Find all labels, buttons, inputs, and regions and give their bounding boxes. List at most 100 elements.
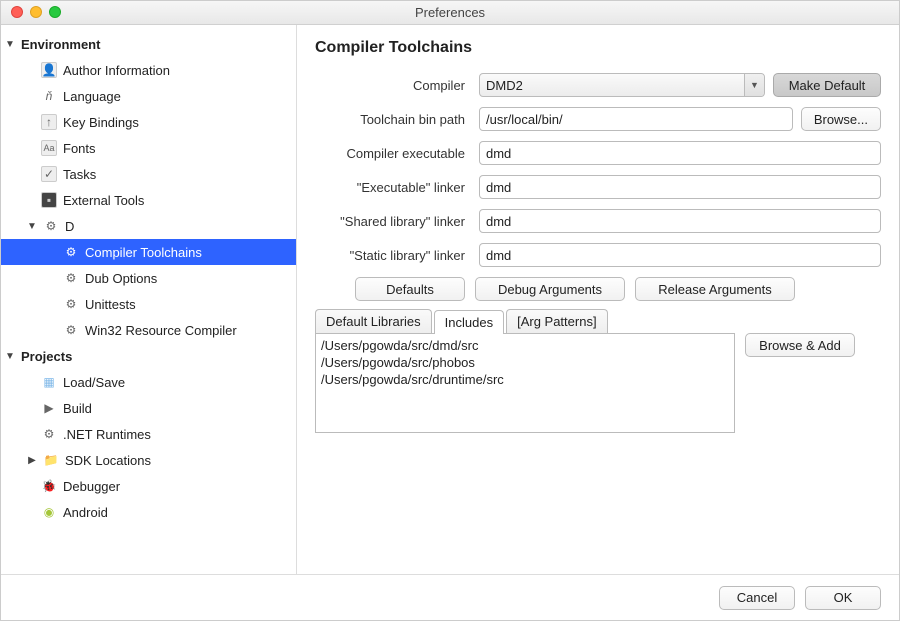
- preferences-sidebar: ▼ Environment 👤 Author Information ň Lan…: [1, 25, 297, 574]
- defaults-button[interactable]: Defaults: [355, 277, 465, 301]
- list-item[interactable]: /Users/pgowda/src/dmd/src: [321, 337, 729, 354]
- tab-includes[interactable]: Includes: [434, 310, 504, 334]
- panel-heading: Compiler Toolchains: [315, 39, 881, 57]
- input-value: /usr/local/bin/: [486, 112, 563, 127]
- chevron-down-icon: ▼: [27, 221, 37, 232]
- label-bin-path: Toolchain bin path: [315, 112, 471, 127]
- bin-path-input[interactable]: /usr/local/bin/: [479, 107, 793, 131]
- sidebar-section-projects[interactable]: ▼ Projects: [1, 343, 296, 369]
- chevron-down-icon: ▼: [744, 74, 764, 96]
- release-arguments-button[interactable]: Release Arguments: [635, 277, 795, 301]
- sidebar-item-external-tools[interactable]: ▪ External Tools: [1, 187, 296, 213]
- sidebar-item-language[interactable]: ň Language: [1, 83, 296, 109]
- disk-icon: ▦: [41, 374, 57, 390]
- ok-button[interactable]: OK: [805, 586, 881, 610]
- list-item[interactable]: /Users/pgowda/src/phobos: [321, 354, 729, 371]
- minimize-icon[interactable]: [30, 6, 42, 18]
- sidebar-item-label: Compiler Toolchains: [85, 245, 202, 260]
- sidebar-label: Projects: [21, 349, 72, 364]
- dialog-footer: Cancel OK: [1, 574, 899, 620]
- close-icon[interactable]: [11, 6, 23, 18]
- person-icon: 👤: [41, 62, 57, 78]
- sidebar-item-unittests[interactable]: ⚙ Unittests: [1, 291, 296, 317]
- input-value: dmd: [486, 248, 511, 263]
- compiler-exec-input[interactable]: dmd: [479, 141, 881, 165]
- window-controls: [11, 6, 61, 18]
- chevron-right-icon: ▶: [27, 455, 37, 466]
- label-static-linker: "Static library" linker: [315, 248, 471, 263]
- gear-icon: ⚙: [63, 296, 79, 312]
- keyboard-icon: ↑: [41, 114, 57, 130]
- sidebar-item-debugger[interactable]: 🐞 Debugger: [1, 473, 296, 499]
- chevron-down-icon: ▼: [5, 351, 15, 362]
- sidebar-item-label: Win32 Resource Compiler: [85, 323, 237, 338]
- sidebar-item-sdk-locations[interactable]: ▶ 📁 SDK Locations: [1, 447, 296, 473]
- sidebar-item-label: Fonts: [63, 141, 96, 156]
- window-title: Preferences: [415, 5, 485, 20]
- includes-list[interactable]: /Users/pgowda/src/dmd/src /Users/pgowda/…: [315, 333, 735, 433]
- gear-icon: ⚙: [63, 270, 79, 286]
- sidebar-item-label: SDK Locations: [65, 453, 151, 468]
- shared-linker-input[interactable]: dmd: [479, 209, 881, 233]
- dropdown-value: DMD2: [486, 78, 523, 93]
- exec-linker-input[interactable]: dmd: [479, 175, 881, 199]
- sidebar-item-load-save[interactable]: ▦ Load/Save: [1, 369, 296, 395]
- check-icon: ✓: [41, 166, 57, 182]
- sidebar-item-label: Tasks: [63, 167, 96, 182]
- make-default-button[interactable]: Make Default: [773, 73, 881, 97]
- compiler-dropdown[interactable]: DMD2 ▼: [479, 73, 765, 97]
- sidebar-item-label: Build: [63, 401, 92, 416]
- tab-default-libraries[interactable]: Default Libraries: [315, 309, 432, 333]
- window-titlebar: Preferences: [1, 1, 899, 25]
- cancel-button[interactable]: Cancel: [719, 586, 795, 610]
- sidebar-item-label: .NET Runtimes: [63, 427, 151, 442]
- input-value: dmd: [486, 214, 511, 229]
- input-value: dmd: [486, 180, 511, 195]
- gear-icon: ⚙: [63, 322, 79, 338]
- browse-add-button[interactable]: Browse & Add: [745, 333, 855, 357]
- label-compiler-exec: Compiler executable: [315, 146, 471, 161]
- debug-arguments-button[interactable]: Debug Arguments: [475, 277, 625, 301]
- sidebar-item-label: Unittests: [85, 297, 136, 312]
- label-shared-linker: "Shared library" linker: [315, 214, 471, 229]
- sidebar-item-label: Dub Options: [85, 271, 157, 286]
- sidebar-item-label: External Tools: [63, 193, 144, 208]
- includes-tabbar: Default Libraries Includes [Arg Patterns…: [315, 309, 881, 333]
- sidebar-item-dub-options[interactable]: ⚙ Dub Options: [1, 265, 296, 291]
- label-exec-linker: "Executable" linker: [315, 180, 471, 195]
- maximize-icon[interactable]: [49, 6, 61, 18]
- sidebar-item-author-info[interactable]: 👤 Author Information: [1, 57, 296, 83]
- label-compiler: Compiler: [315, 78, 471, 93]
- settings-panel: Compiler Toolchains Compiler DMD2 ▼ Make…: [297, 25, 899, 574]
- sidebar-item-key-bindings[interactable]: ↑ Key Bindings: [1, 109, 296, 135]
- sidebar-item-net-runtimes[interactable]: ⚙ .NET Runtimes: [1, 421, 296, 447]
- sidebar-item-compiler-toolchains[interactable]: ⚙ Compiler Toolchains: [1, 239, 296, 265]
- sidebar-item-label: Android: [63, 505, 108, 520]
- sidebar-label: Environment: [21, 37, 100, 52]
- language-icon: ň: [41, 88, 57, 104]
- sidebar-item-label: Language: [63, 89, 121, 104]
- tab-arg-patterns[interactable]: [Arg Patterns]: [506, 309, 607, 333]
- gear-icon: ⚙: [41, 426, 57, 442]
- sidebar-item-label: Key Bindings: [63, 115, 139, 130]
- bug-icon: 🐞: [41, 478, 57, 494]
- sidebar-item-android[interactable]: ◉ Android: [1, 499, 296, 525]
- sidebar-item-fonts[interactable]: Aa Fonts: [1, 135, 296, 161]
- sidebar-item-build[interactable]: ▶ Build: [1, 395, 296, 421]
- input-value: dmd: [486, 146, 511, 161]
- browse-button[interactable]: Browse...: [801, 107, 881, 131]
- sidebar-item-label: Debugger: [63, 479, 120, 494]
- android-icon: ◉: [41, 504, 57, 520]
- sidebar-item-tasks[interactable]: ✓ Tasks: [1, 161, 296, 187]
- list-item[interactable]: /Users/pgowda/src/druntime/src: [321, 371, 729, 388]
- gear-icon: ⚙: [43, 218, 59, 234]
- sidebar-label: D: [65, 219, 74, 234]
- sidebar-section-d[interactable]: ▼ ⚙ D: [1, 213, 296, 239]
- folder-icon: 📁: [43, 452, 59, 468]
- play-icon: ▶: [41, 400, 57, 416]
- sidebar-item-label: Load/Save: [63, 375, 125, 390]
- sidebar-item-win32-resource-compiler[interactable]: ⚙ Win32 Resource Compiler: [1, 317, 296, 343]
- sidebar-section-environment[interactable]: ▼ Environment: [1, 31, 296, 57]
- gear-icon: ⚙: [63, 244, 79, 260]
- static-linker-input[interactable]: dmd: [479, 243, 881, 267]
